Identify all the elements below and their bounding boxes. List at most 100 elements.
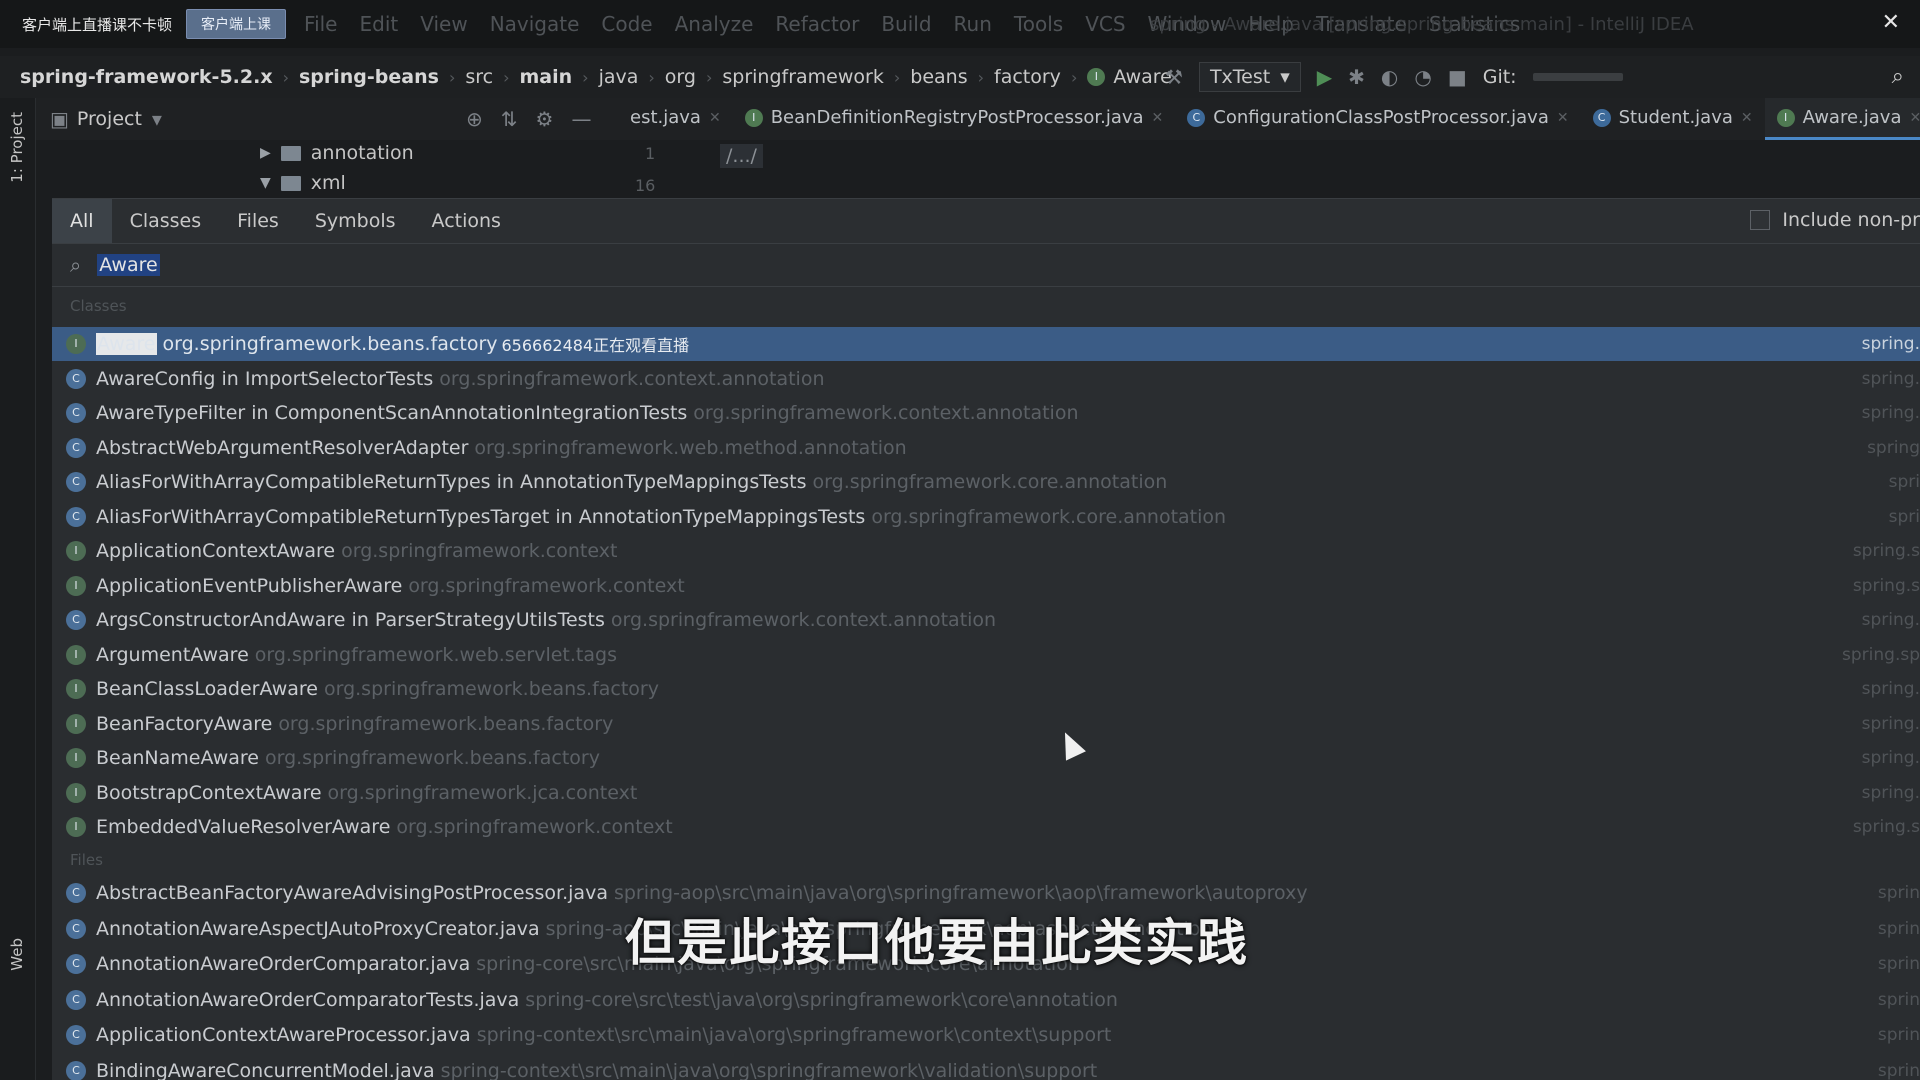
breadcrumb-module[interactable]: spring-beans <box>299 66 439 88</box>
search-result-class[interactable]: C AwareConfig in ImportSelectorTests org.s… <box>52 362 1920 396</box>
search-result-class[interactable]: I EmbeddedValueResolverAware org.springfra… <box>52 810 1920 844</box>
tree-node-xml[interactable]: ▼ xml <box>260 172 346 194</box>
search-tab-classes[interactable]: Classes <box>112 199 220 243</box>
result-module: sprin <box>1877 883 1920 903</box>
profiler-icon[interactable]: ◔ <box>1414 65 1431 89</box>
search-icon[interactable]: ⌕ <box>1892 64 1904 89</box>
coverage-icon[interactable]: ◐ <box>1381 65 1398 89</box>
search-result-file[interactable]: C ApplicationContextAwareProcessor.java sp… <box>52 1018 1920 1052</box>
breadcrumb-org[interactable]: org <box>665 66 696 88</box>
chevron-down-icon[interactable]: ▾ <box>152 107 162 131</box>
menu-view[interactable]: View <box>420 12 467 36</box>
tab-bean-definition-registry-post-processor[interactable]: I BeanDefinitionRegistryPostProcessor.ja… <box>733 98 1176 140</box>
breadcrumb-aware[interactable]: Aware <box>1113 66 1172 88</box>
breadcrumb-java[interactable]: java <box>599 66 639 88</box>
project-view-label[interactable]: Project <box>77 108 142 130</box>
search-result-class[interactable]: C AwareTypeFilter in ComponentScanAnnotat… <box>52 396 1920 430</box>
result-name: AliasForWithArrayCompatibleReturnTypes i… <box>96 471 807 493</box>
menu-build[interactable]: Build <box>881 12 931 36</box>
stop-icon[interactable]: ■ <box>1448 65 1467 89</box>
close-icon[interactable]: ✕ <box>709 110 721 126</box>
breadcrumb-springframework[interactable]: springframework <box>722 66 883 88</box>
close-icon[interactable]: ✕ <box>1152 110 1164 126</box>
search-result-class[interactable]: I BootstrapContextAware org.springframewor… <box>52 776 1920 810</box>
interface-icon: I <box>66 817 86 837</box>
menu-tools[interactable]: Tools <box>1014 12 1063 36</box>
result-module: spring. <box>1861 782 1920 803</box>
tab-configuration-class-post-processor[interactable]: C ConfigurationClassPostProcessor.java ✕ <box>1175 98 1580 140</box>
web-tool-window-button[interactable]: Web <box>8 938 26 971</box>
menu-analyze[interactable]: Analyze <box>675 12 754 36</box>
search-tab-symbols[interactable]: Symbols <box>297 199 414 243</box>
run-configuration-select[interactable]: TxTest ▾ <box>1198 62 1301 92</box>
menu-refactor[interactable]: Refactor <box>775 12 859 36</box>
result-module: sprin <box>1877 1025 1920 1045</box>
run-config-label: TxTest <box>1209 66 1271 88</box>
search-result-file[interactable]: C BindingAwareConcurrentModel.java spring-… <box>52 1054 1920 1080</box>
search-tab-all[interactable]: All <box>52 199 112 243</box>
result-name: BeanNameAware <box>96 747 259 769</box>
debug-icon[interactable]: ✱ <box>1348 65 1365 89</box>
gear-icon[interactable]: ⚙ <box>536 107 554 131</box>
tab-label: BeanDefinitionRegistryPostProcessor.java <box>770 107 1144 128</box>
search-input[interactable]: ⌕ Aware <box>52 243 1920 287</box>
search-result-class[interactable]: I ArgumentAware org.springframework.web.se… <box>52 638 1920 672</box>
menu-code[interactable]: Code <box>601 12 652 36</box>
result-name: AnnotationAwareAspectJAutoProxyCreator.j… <box>96 917 540 940</box>
search-result-class[interactable]: C AliasForWithArrayCompatibleReturnTypes … <box>52 465 1920 499</box>
breadcrumb-main[interactable]: main <box>520 66 573 88</box>
menu-file[interactable]: File <box>304 12 337 36</box>
tab-label: Aware.java <box>1802 107 1902 128</box>
interface-icon: I <box>66 748 86 768</box>
live-class-button[interactable]: 客户端上课 <box>186 9 287 39</box>
editor-tabs: est.java ✕ I BeanDefinitionRegistryPostP… <box>618 98 1920 140</box>
search-tab-files[interactable]: Files <box>219 199 297 243</box>
search-result-class[interactable]: I ApplicationEventPublisherAware org.sprin… <box>52 569 1920 603</box>
result-path: spring-core\src\test\java\org\springfram… <box>525 988 1118 1011</box>
class-file-icon: C <box>66 1060 86 1080</box>
search-result-class[interactable]: I Aware org.springframework.beans.factory 6… <box>52 327 1920 361</box>
result-module: spring.s <box>1852 575 1920 596</box>
search-query[interactable]: Aware <box>97 254 160 276</box>
menu-edit[interactable]: Edit <box>359 12 398 36</box>
close-icon[interactable]: ✕ <box>1557 110 1569 126</box>
interface-icon: I <box>66 541 86 561</box>
locate-icon[interactable]: ⊕ <box>466 107 483 131</box>
search-result-class[interactable]: C ArgsConstructorAndAware in ParserStrate… <box>52 603 1920 637</box>
menu-run[interactable]: Run <box>954 12 992 36</box>
close-icon[interactable]: ✕ <box>1741 110 1753 126</box>
breadcrumb-project[interactable]: spring-framework-5.2.x <box>20 66 273 88</box>
hammer-icon[interactable]: ⚒ <box>1165 65 1183 89</box>
search-result-class[interactable]: I BeanFactoryAware org.springframework.bea… <box>52 707 1920 741</box>
include-non-project-checkbox[interactable] <box>1750 210 1771 230</box>
search-result-class[interactable]: I BeanClassLoaderAware org.springframework… <box>52 672 1920 706</box>
breadcrumb-factory[interactable]: factory <box>994 66 1061 88</box>
search-result-class[interactable]: C AbstractWebArgumentResolverAdapter org.s… <box>52 431 1920 465</box>
collapse-all-icon[interactable]: ⇅ <box>501 107 518 131</box>
project-tool-window-button[interactable]: 1: Project <box>8 112 26 183</box>
folder-icon <box>280 175 301 191</box>
hide-panel-icon[interactable]: — <box>571 107 591 131</box>
result-module: spri <box>1888 472 1920 492</box>
search-result-class[interactable]: C AliasForWithArrayCompatibleReturnTypesT… <box>52 500 1920 534</box>
tab-est-java[interactable]: est.java ✕ <box>618 98 733 140</box>
result-module: spring. <box>1861 713 1920 734</box>
menu-navigate[interactable]: Navigate <box>490 12 580 36</box>
breadcrumb-src[interactable]: src <box>465 66 493 88</box>
close-icon[interactable]: ✕ <box>1909 110 1920 126</box>
result-package: org.springframework.context.annotation <box>693 402 1079 424</box>
search-result-file[interactable]: C AnnotationAwareOrderComparatorTests.jav… <box>52 983 1920 1017</box>
run-icon[interactable]: ▶ <box>1317 65 1332 89</box>
search-tab-actions[interactable]: Actions <box>414 199 519 243</box>
close-icon[interactable]: ✕ <box>1882 10 1900 35</box>
tab-student-java[interactable]: C Student.java ✕ <box>1581 98 1765 140</box>
breadcrumb-beans[interactable]: beans <box>910 66 967 88</box>
tree-node-annotation[interactable]: ▶ annotation <box>260 142 414 164</box>
menu-vcs[interactable]: VCS <box>1085 12 1125 36</box>
tab-aware-java[interactable]: I Aware.java ✕ <box>1764 98 1920 140</box>
search-result-class[interactable]: I BeanNameAware org.springframework.beans.… <box>52 741 1920 775</box>
result-name: BeanClassLoaderAware <box>96 678 318 700</box>
project-view-icon: ▣ <box>50 107 69 131</box>
search-result-class[interactable]: I ApplicationContextAware org.springframew… <box>52 534 1920 568</box>
folded-code[interactable]: /.../ <box>720 144 763 168</box>
